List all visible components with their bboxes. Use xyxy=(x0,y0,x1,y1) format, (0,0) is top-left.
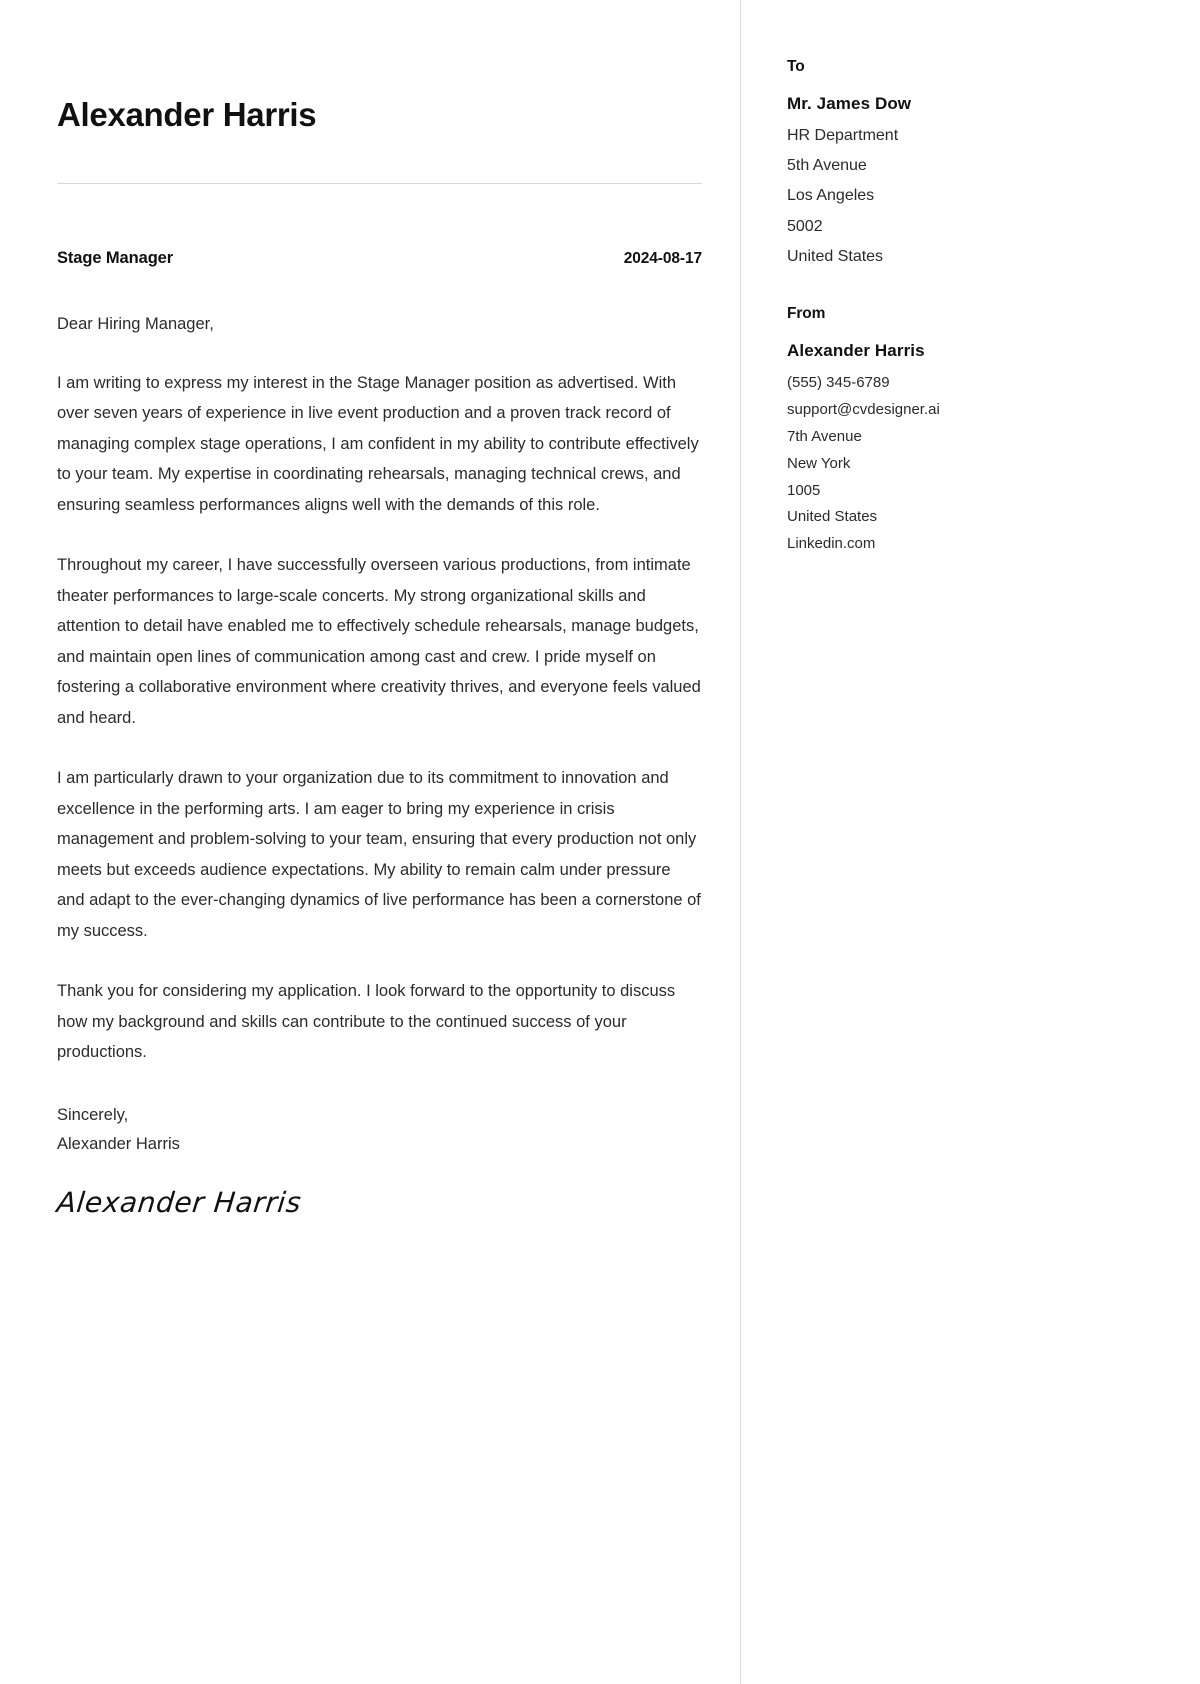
salutation: Dear Hiring Manager, xyxy=(57,314,214,333)
closing-salutation: Sincerely, xyxy=(57,1105,129,1124)
recipient-line: HR Department xyxy=(787,127,899,144)
letter-main-column: Alexander Harris Stage Manager 2024-08-1… xyxy=(0,0,740,1684)
recipient-line: 5002 xyxy=(787,217,823,235)
letter-paragraph-3: I am particularly drawn to your organiza… xyxy=(57,769,701,940)
letter-paragraph-1: I am writing to express my interest in t… xyxy=(57,373,699,514)
header-divider-rule xyxy=(57,182,702,184)
recipient-heading: To xyxy=(787,58,805,75)
job-title: Stage Manager xyxy=(57,248,174,267)
closing-name: Alexander Harris xyxy=(57,1134,180,1153)
sender-heading: From xyxy=(787,305,826,323)
page-title: Alexander Harris xyxy=(57,96,317,133)
sender-postcode: 1005 xyxy=(787,481,821,499)
letter-sidebar: To Mr. James Dow HR Department 5th Avenu… xyxy=(741,0,1200,1684)
sender-phone: (555) 345-6789 xyxy=(787,374,890,392)
sender-email: support@cvdesigner.ai xyxy=(787,401,940,419)
letter-closing-block: Sincerely, Alexander Harris xyxy=(57,1101,702,1159)
recipient-name: Mr. James Dow xyxy=(787,94,912,113)
job-title-date-row: Stage Manager 2024-08-17 xyxy=(57,249,702,268)
recipient-line: Los Angeles xyxy=(787,187,875,205)
recipient-section: To Mr. James Dow HR Department 5th Avenu… xyxy=(787,58,1160,272)
letter-paragraph-4: Thank you for considering my application… xyxy=(57,982,676,1062)
sender-city: New York xyxy=(787,454,851,472)
letter-body: Dear Hiring Manager, I am writing to exp… xyxy=(55,311,702,1219)
sender-country: United States xyxy=(787,508,878,526)
sender-section: From Alexander Harris (555) 345-6789 sup… xyxy=(787,305,1160,558)
sender-name: Alexander Harris xyxy=(787,341,925,361)
sender-website: Linkedin.com xyxy=(787,535,876,553)
signature: Alexander Harris xyxy=(55,1185,303,1219)
sender-street: 7th Avenue xyxy=(787,427,862,445)
cover-letter-page: Alexander Harris Stage Manager 2024-08-1… xyxy=(0,0,1200,1684)
letter-date: 2024-08-17 xyxy=(623,249,702,267)
recipient-line: United States xyxy=(787,247,884,265)
letter-paragraph-2: Throughout my career, I have successfull… xyxy=(57,556,701,727)
recipient-line: 5th Avenue xyxy=(787,157,867,175)
